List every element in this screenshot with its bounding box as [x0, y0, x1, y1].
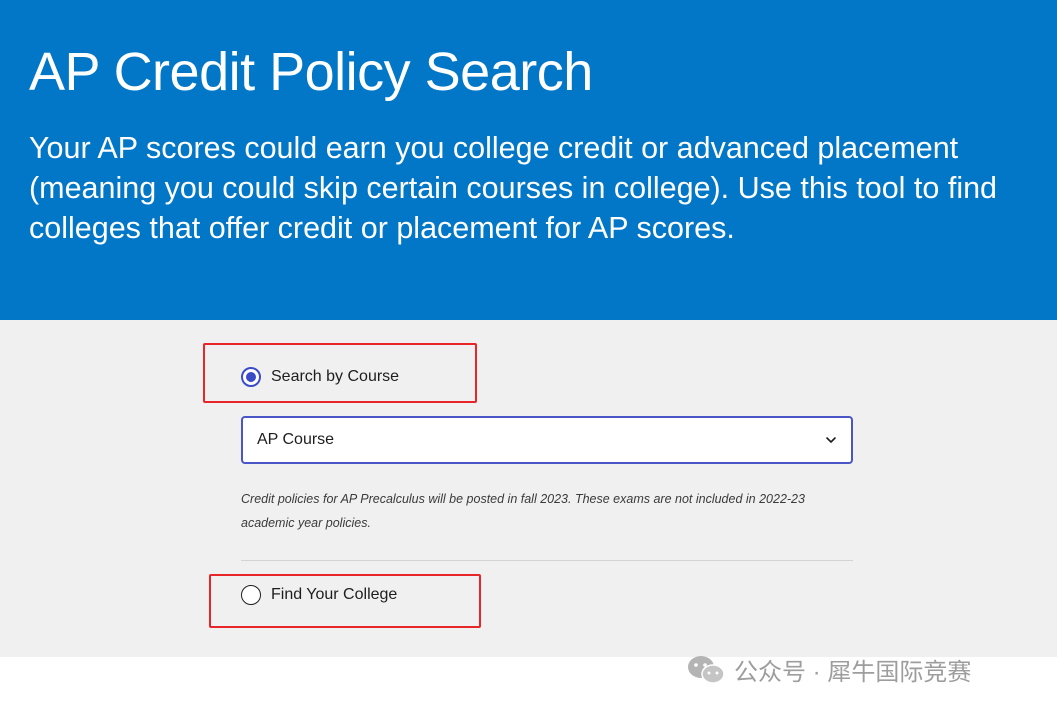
find-your-college-option[interactable]: Find Your College [241, 585, 397, 605]
chevron-down-icon [825, 434, 837, 446]
find-your-college-radio[interactable] [241, 585, 261, 605]
ap-course-select[interactable]: AP Course [241, 416, 853, 464]
search-by-course-radio[interactable] [241, 367, 261, 387]
wechat-icon [686, 654, 726, 686]
find-your-college-label[interactable]: Find Your College [271, 586, 397, 604]
search-panel: Search by Course AP Course Credit polici… [0, 320, 1057, 657]
hero-banner: AP Credit Policy Search Your AP scores c… [0, 0, 1057, 320]
page-title: AP Credit Policy Search [29, 42, 593, 102]
search-by-course-option[interactable]: Search by Course [241, 367, 399, 387]
search-by-course-label[interactable]: Search by Course [271, 368, 399, 386]
divider [241, 560, 853, 561]
watermark-text: 公众号 · 犀牛国际竞赛 [734, 659, 972, 686]
page-description: Your AP scores could earn you college cr… [29, 131, 998, 245]
ap-course-select-value: AP Course [257, 431, 335, 448]
watermark: 公众号 · 犀牛国际竞赛 [686, 652, 971, 687]
credit-policy-note: Credit policies for AP Precalculus will … [241, 492, 805, 530]
